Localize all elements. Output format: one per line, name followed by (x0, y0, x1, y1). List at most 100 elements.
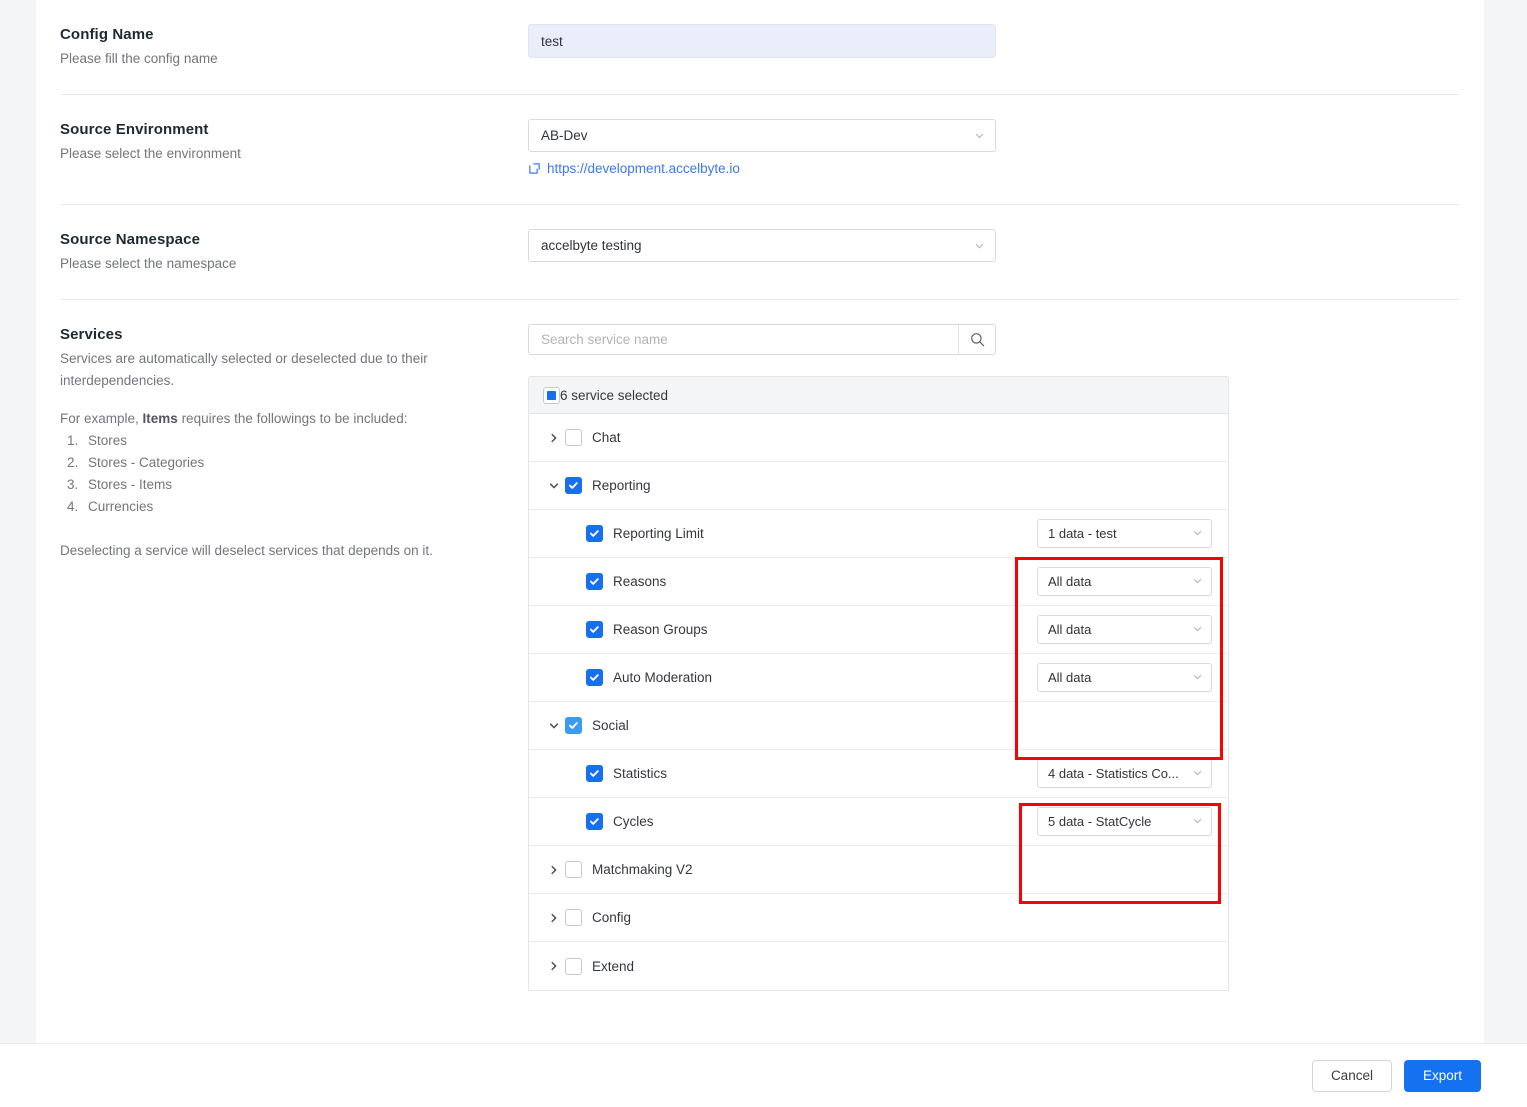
source-environment-labels: Source Environment Please select the env… (60, 119, 528, 165)
service-label: Statistics (613, 766, 668, 781)
services-control: 6 service selected Chat (528, 324, 1460, 991)
check-icon (569, 722, 578, 729)
config-form: Config Name Please fill the config name … (36, 0, 1484, 1015)
config-name-input[interactable] (528, 24, 996, 58)
chevron-right-icon[interactable] (543, 907, 565, 929)
data-select-statistics[interactable]: 4 data - Statistics Co... (1037, 758, 1212, 788)
checkbox-social[interactable] (565, 717, 582, 734)
checkbox-reasons[interactable] (586, 573, 603, 590)
data-select-value: All data (1048, 621, 1092, 637)
services-example-text: For example, Items requires the followin… (60, 408, 460, 430)
environment-url-link[interactable]: https://development.accelbyte.io (528, 161, 740, 176)
external-link-icon (529, 163, 540, 174)
check-icon (590, 530, 599, 537)
service-tree: 6 service selected Chat Reporting Report… (528, 376, 1229, 991)
chevron-down-icon (1193, 626, 1202, 632)
service-label: Extend (592, 958, 635, 974)
content-panel: Config Name Please fill the config name … (36, 0, 1484, 1043)
data-select-reasons[interactable]: All data (1037, 566, 1212, 596)
checkbox-auto-moderation[interactable] (586, 669, 603, 686)
service-row-config[interactable]: Config (529, 894, 1228, 942)
service-row-statistics[interactable]: Statistics 4 data - Statistics Co... (529, 750, 1228, 798)
service-row-reasons[interactable]: Reasons All data (529, 558, 1228, 606)
config-name-title: Config Name (60, 26, 154, 43)
search-icon (970, 333, 984, 347)
source-namespace-value: accelbyte testing (541, 238, 642, 253)
source-environment-select[interactable]: AB-Dev (528, 119, 996, 152)
checkbox-matchmaking-v2[interactable] (565, 861, 582, 878)
source-namespace-select[interactable]: accelbyte testing (528, 229, 996, 262)
data-select-auto-moderation[interactable]: All data (1037, 662, 1212, 692)
section-source-environment: Source Environment Please select the env… (60, 95, 1460, 205)
cancel-button[interactable]: Cancel (1311, 1059, 1392, 1092)
data-select-cycles[interactable]: 5 data - StatCycle (1037, 806, 1212, 836)
select-all-checkbox[interactable] (543, 386, 560, 404)
chevron-down-icon (1193, 770, 1202, 776)
checkbox-reporting-limit[interactable] (586, 525, 603, 542)
service-row-reason-groups[interactable]: Reason Groups All data (529, 606, 1228, 654)
chevron-down-icon (1193, 818, 1202, 824)
chevron-down-icon[interactable] (543, 475, 565, 497)
section-services: Services Services are automatically sele… (60, 300, 1460, 1015)
section-source-namespace: Source Namespace Please select the names… (60, 205, 1460, 300)
data-select-reason-groups[interactable]: All data (1037, 614, 1212, 644)
chevron-down-icon (1193, 530, 1202, 536)
service-label: Reason Groups (613, 622, 708, 637)
chevron-down-icon (975, 243, 984, 248)
source-namespace-description: Please select the namespace (60, 256, 237, 271)
section-config-name: Config Name Please fill the config name (60, 0, 1460, 95)
export-button[interactable]: Export (1403, 1059, 1481, 1092)
source-environment-value: AB-Dev (541, 128, 588, 143)
service-row-auto-moderation[interactable]: Auto Moderation All data (529, 654, 1228, 702)
chevron-down-icon (975, 133, 984, 138)
service-row-chat[interactable]: Chat (529, 414, 1228, 462)
source-environment-title: Source Environment (60, 121, 209, 138)
export-config-page: Config Name Please fill the config name … (0, 0, 1527, 1107)
service-row-cycles[interactable]: Cycles 5 data - StatCycle (529, 798, 1228, 846)
data-select-value: All data (1048, 669, 1092, 685)
checkbox-cycles[interactable] (586, 813, 603, 830)
checkbox-extend[interactable] (565, 957, 582, 975)
services-labels: Services Services are automatically sele… (60, 324, 528, 562)
search-input[interactable] (529, 325, 958, 354)
chevron-right-icon[interactable] (543, 427, 565, 449)
checkbox-chat[interactable] (565, 429, 582, 446)
service-row-extend[interactable]: Extend (529, 942, 1228, 990)
checkbox-config[interactable] (565, 909, 582, 926)
service-row-social[interactable]: Social (529, 702, 1228, 750)
check-icon (590, 770, 599, 777)
checkbox-reporting[interactable] (565, 477, 582, 494)
service-row-reporting-limit[interactable]: Reporting Limit 1 data - test (529, 510, 1228, 558)
service-label: Matchmaking V2 (592, 862, 693, 877)
check-icon (590, 674, 599, 681)
service-row-matchmaking-v2[interactable]: Matchmaking V2 (529, 846, 1228, 894)
services-example-suffix: requires the followings to be included: (177, 411, 408, 426)
data-select-value: All data (1048, 573, 1092, 589)
data-select-value: 1 data - test (1048, 525, 1117, 541)
services-example-list: Stores Stores - Categories Stores - Item… (82, 430, 504, 518)
chevron-down-icon[interactable] (543, 715, 565, 737)
data-select-reporting-limit[interactable]: 1 data - test (1037, 518, 1212, 548)
services-title: Services (60, 326, 123, 343)
checkbox-reason-groups[interactable] (586, 621, 603, 638)
search-button[interactable] (958, 325, 995, 354)
source-namespace-title: Source Namespace (60, 231, 201, 248)
source-environment-description: Please select the environment (60, 146, 241, 161)
service-row-reporting[interactable]: Reporting (529, 462, 1228, 510)
data-select-value: 4 data - Statistics Co... (1048, 765, 1179, 781)
config-name-labels: Config Name Please fill the config name (60, 24, 528, 70)
config-name-control (528, 24, 1460, 58)
list-item: Stores - Categories (82, 452, 504, 474)
checkbox-statistics[interactable] (586, 765, 603, 782)
service-label: Cycles (613, 814, 654, 829)
check-icon (590, 626, 599, 633)
services-note: Deselecting a service will deselect serv… (60, 543, 433, 558)
chevron-right-icon[interactable] (543, 955, 565, 977)
config-name-description: Please fill the config name (60, 51, 218, 66)
chevron-right-icon[interactable] (543, 859, 565, 881)
service-label: Chat (592, 430, 621, 445)
chevron-down-icon (1193, 674, 1202, 680)
data-select-value: 5 data - StatCycle (1048, 813, 1152, 829)
list-item: Stores (82, 430, 504, 452)
environment-url-text: https://development.accelbyte.io (547, 161, 740, 176)
